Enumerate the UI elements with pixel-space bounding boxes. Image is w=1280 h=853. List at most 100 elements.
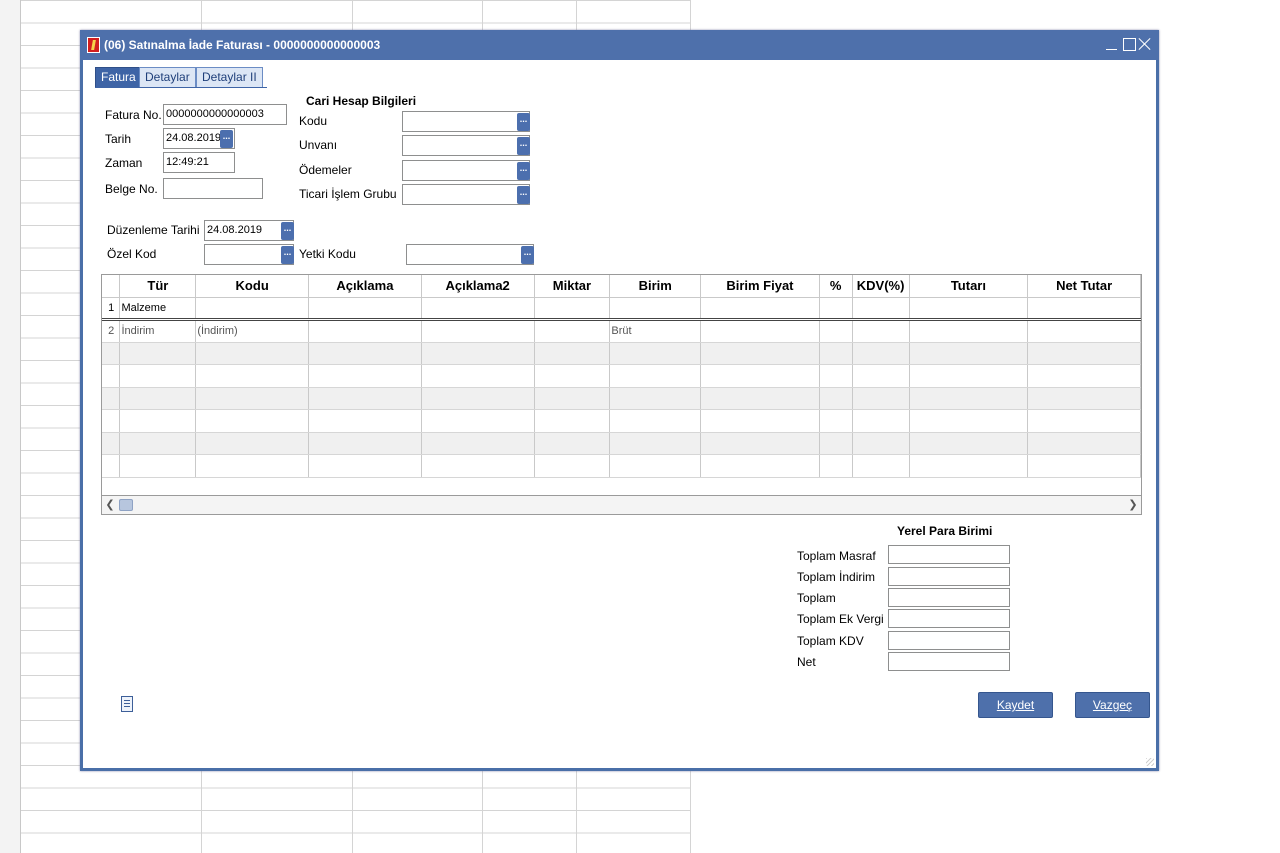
- grid-header-kodu[interactable]: Kodu: [195, 275, 309, 298]
- grid-cell-aciklama2[interactable]: [421, 432, 535, 455]
- close-icon[interactable]: [1138, 37, 1152, 51]
- grid-cell-kdv[interactable]: [852, 364, 910, 388]
- grid-cell-percent[interactable]: [819, 454, 853, 478]
- grid-cell-net-tutar[interactable]: [1027, 297, 1141, 321]
- grid-cell-tur[interactable]: [119, 432, 197, 455]
- grid-cell-aciklama2[interactable]: [421, 297, 535, 321]
- grid-cell-birim[interactable]: Brüt: [609, 319, 702, 343]
- table-row[interactable]: [102, 342, 1141, 365]
- grid-header-net-tutar[interactable]: Net Tutar: [1027, 275, 1141, 298]
- table-row[interactable]: [102, 432, 1141, 455]
- grid-cell-net-tutar[interactable]: [1027, 364, 1141, 388]
- grid-cell-kodu[interactable]: (İndirim): [195, 319, 309, 343]
- table-row[interactable]: [102, 454, 1141, 478]
- grid-header-birim-fiyat[interactable]: Birim Fiyat: [700, 275, 820, 298]
- grid-cell-kodu[interactable]: [195, 297, 309, 321]
- zaman-field[interactable]: 12:49:21: [163, 152, 235, 173]
- document-icon[interactable]: [121, 696, 133, 712]
- grid-cell-aciklama[interactable]: [308, 454, 422, 478]
- grid-cell-aciklama2[interactable]: [421, 319, 535, 343]
- tab-detaylar-ii[interactable]: Detaylar II: [196, 67, 263, 88]
- scroll-right-icon[interactable]: ❯: [1126, 498, 1140, 512]
- ozel-kod-lookup-button[interactable]: ...: [281, 246, 294, 264]
- grid-cell-miktar[interactable]: [534, 319, 611, 343]
- resize-grip-icon[interactable]: [1146, 758, 1154, 766]
- grid-cell-kdv[interactable]: [852, 342, 910, 365]
- grid-cell-kdv[interactable]: [852, 409, 910, 433]
- tarih-lookup-button[interactable]: ...: [220, 130, 233, 148]
- grid-cell-birim[interactable]: [609, 409, 702, 433]
- grid-cell-percent[interactable]: [819, 432, 853, 455]
- fatura-no-field[interactable]: 0000000000000003: [163, 104, 287, 125]
- table-row[interactable]: [102, 409, 1141, 433]
- grid-cell-miktar[interactable]: [534, 454, 611, 478]
- scroll-left-icon[interactable]: ❮: [103, 498, 117, 512]
- grid-cell-birim[interactable]: [609, 297, 702, 321]
- maximize-icon[interactable]: [1122, 37, 1136, 51]
- odemeler-field[interactable]: [402, 160, 530, 181]
- tab-fatura[interactable]: Fatura: [95, 67, 142, 88]
- grid-cell-tur[interactable]: İndirim: [119, 319, 197, 343]
- grid-cell-birim-fiyat[interactable]: [700, 297, 820, 321]
- grid-cell-aciklama2[interactable]: [421, 364, 535, 388]
- grid-header-tutari[interactable]: Tutarı: [909, 275, 1029, 298]
- grid-cell-net-tutar[interactable]: [1027, 319, 1141, 343]
- grid-cell-tutari[interactable]: [909, 454, 1029, 478]
- grid-cell-tutari[interactable]: [909, 342, 1029, 365]
- invoice-lines-grid[interactable]: Tür Kodu Açıklama Açıklama2 Miktar Birim…: [101, 274, 1142, 515]
- grid-cell-birim-fiyat[interactable]: [700, 387, 820, 410]
- grid-cell-percent[interactable]: [819, 364, 853, 388]
- grid-cell-aciklama[interactable]: [308, 432, 422, 455]
- save-button[interactable]: Kaydet: [978, 692, 1053, 718]
- table-row[interactable]: 2 İndirim (İndirim) Brüt: [102, 319, 1141, 343]
- grid-cell-percent[interactable]: [819, 342, 853, 365]
- grid-cell-miktar[interactable]: [534, 387, 611, 410]
- grid-cell-tutari[interactable]: [909, 297, 1029, 321]
- grid-cell-birim[interactable]: [609, 432, 702, 455]
- grid-header-kdv[interactable]: KDV(%): [852, 275, 910, 298]
- grid-cell-miktar[interactable]: [534, 409, 611, 433]
- grid-cell-tur[interactable]: [119, 409, 197, 433]
- yetki-kodu-field[interactable]: [406, 244, 534, 265]
- grid-cell-kdv[interactable]: [852, 432, 910, 455]
- grid-cell-aciklama[interactable]: [308, 364, 422, 388]
- grid-cell-kdv[interactable]: [852, 454, 910, 478]
- grid-cell-birim-fiyat[interactable]: [700, 432, 820, 455]
- grid-cell-miktar[interactable]: [534, 432, 611, 455]
- grid-cell-miktar[interactable]: [534, 342, 611, 365]
- grid-cell-tur[interactable]: [119, 387, 197, 410]
- grid-cell-tutari[interactable]: [909, 364, 1029, 388]
- grid-horizontal-scrollbar[interactable]: ❮ ❯: [101, 495, 1142, 515]
- grid-cell-aciklama[interactable]: [308, 297, 422, 321]
- cancel-button[interactable]: Vazgeç: [1075, 692, 1150, 718]
- grid-cell-net-tutar[interactable]: [1027, 432, 1141, 455]
- grid-cell-aciklama2[interactable]: [421, 387, 535, 410]
- grid-cell-percent[interactable]: [819, 319, 853, 343]
- grid-cell-birim[interactable]: [609, 387, 702, 410]
- grid-cell-kdv[interactable]: [852, 387, 910, 410]
- ticari-islem-grubu-field[interactable]: [402, 184, 530, 205]
- grid-cell-kodu[interactable]: [195, 432, 309, 455]
- grid-cell-birim-fiyat[interactable]: [700, 319, 820, 343]
- grid-cell-kodu[interactable]: [195, 364, 309, 388]
- grid-cell-miktar[interactable]: [534, 297, 611, 321]
- grid-cell-birim[interactable]: [609, 454, 702, 478]
- grid-cell-kodu[interactable]: [195, 342, 309, 365]
- grid-cell-tutari[interactable]: [909, 387, 1029, 410]
- grid-header-tur[interactable]: Tür: [119, 275, 197, 298]
- title-bar[interactable]: (06) Satınalma İade Faturası - 000000000…: [80, 30, 1159, 60]
- grid-cell-tutari[interactable]: [909, 319, 1029, 343]
- grid-cell-kodu[interactable]: [195, 454, 309, 478]
- grid-cell-percent[interactable]: [819, 387, 853, 410]
- belge-no-field[interactable]: [163, 178, 263, 199]
- grid-cell-birim-fiyat[interactable]: [700, 409, 820, 433]
- grid-cell-birim-fiyat[interactable]: [700, 364, 820, 388]
- grid-cell-tur[interactable]: [119, 342, 197, 365]
- cari-kodu-lookup-button[interactable]: ...: [517, 113, 530, 131]
- scroll-thumb[interactable]: [119, 499, 133, 511]
- grid-cell-birim[interactable]: [609, 342, 702, 365]
- grid-cell-percent[interactable]: [819, 297, 853, 321]
- grid-cell-aciklama[interactable]: [308, 409, 422, 433]
- yetki-kodu-lookup-button[interactable]: ...: [521, 246, 534, 264]
- grid-cell-aciklama2[interactable]: [421, 454, 535, 478]
